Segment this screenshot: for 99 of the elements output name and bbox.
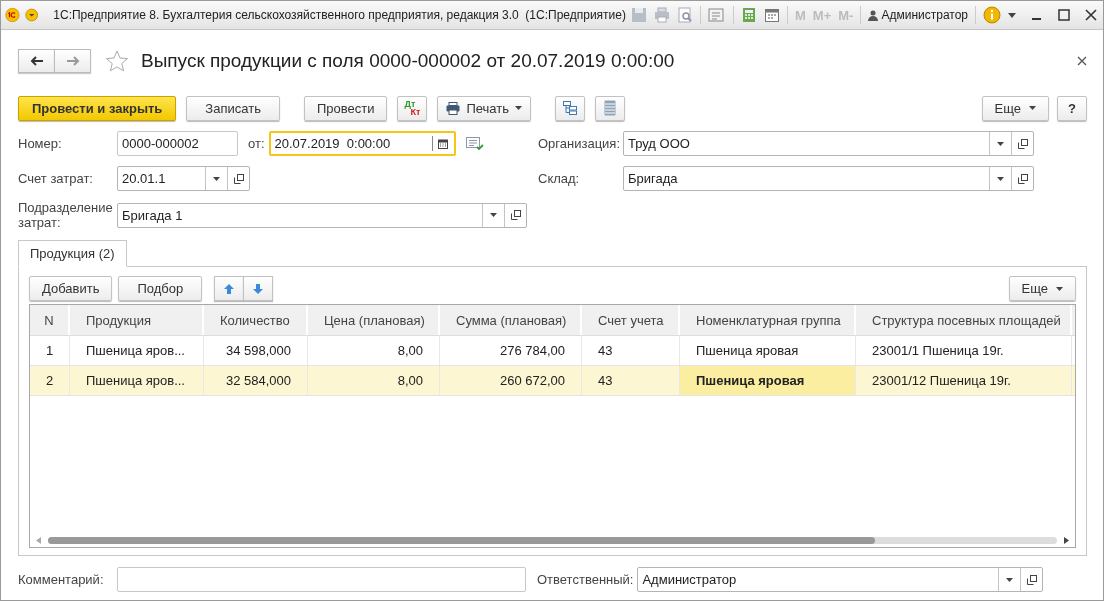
field-value: Администратор bbox=[641, 571, 738, 589]
table-cell: 260 672,00 bbox=[440, 366, 582, 395]
table-cell: 32 584,000 bbox=[204, 366, 308, 395]
more-button[interactable]: Еще bbox=[981, 95, 1049, 121]
field-value: Бригада 1 bbox=[121, 206, 184, 225]
table-cell: Пшеница яров... bbox=[70, 366, 204, 395]
list-button[interactable] bbox=[595, 95, 625, 121]
column-header[interactable]: N bbox=[30, 305, 70, 335]
back-button[interactable] bbox=[18, 49, 55, 73]
column-header[interactable]: Цена (плановая) bbox=[308, 305, 440, 335]
post-and-close-button[interactable]: Провести и закрыть bbox=[18, 95, 177, 121]
arrow-up-icon bbox=[223, 282, 236, 295]
arrow-left-icon bbox=[29, 56, 44, 66]
table-cell: 23001/12 Пшеница 19г. bbox=[856, 366, 1072, 395]
date-field[interactable]: 20.07.2019 0:00:00 bbox=[268, 131, 456, 156]
move-down-button[interactable] bbox=[243, 276, 274, 301]
table-cell: 34 598,000 bbox=[204, 336, 308, 365]
table-row[interactable]: 2 Пшеница яров... 32 584,000 8,00 260 672,00 43 Пшеница яровая 23001/12 Пшеница 19г. bbox=[30, 366, 1075, 396]
select-field[interactable]: Труд ООО bbox=[623, 131, 1034, 156]
star-icon[interactable] bbox=[105, 49, 129, 73]
field-value: Труд ООО bbox=[627, 135, 691, 153]
select-field[interactable]: Администратор bbox=[637, 567, 1044, 592]
print-button[interactable]: Печать bbox=[437, 95, 531, 121]
list-icon bbox=[604, 100, 616, 116]
hierarchy-icon bbox=[562, 100, 578, 116]
caret-icon bbox=[515, 106, 522, 110]
table-cell: 8,00 bbox=[308, 336, 440, 365]
arrow-right-icon bbox=[65, 56, 80, 66]
calculator-icon[interactable] bbox=[741, 7, 757, 23]
caret-icon bbox=[1056, 286, 1063, 291]
field-label: Номер: bbox=[18, 136, 63, 151]
info-icon[interactable] bbox=[983, 6, 1001, 24]
window-title: 1С:Предприятие 8. Бухгалтерия сельскохозяйственного предприятия, редакция 3.0 (1С:Предприятие) bbox=[53, 8, 626, 22]
command-button[interactable]: Записать bbox=[186, 95, 280, 121]
close-icon[interactable] bbox=[1077, 56, 1087, 66]
field-label: Организация: bbox=[538, 136, 622, 151]
table-cell: 8,00 bbox=[308, 366, 440, 395]
field-value: Бригада bbox=[627, 170, 679, 188]
structure-button[interactable] bbox=[555, 95, 585, 121]
open-window-icon bbox=[1026, 574, 1037, 585]
caret-icon[interactable] bbox=[1008, 12, 1016, 18]
column-header[interactable]: Номенклатурная группа bbox=[680, 305, 856, 335]
open-window-icon bbox=[1017, 138, 1028, 149]
more-button[interactable]: Еще bbox=[1008, 276, 1076, 301]
calendar-icon bbox=[438, 138, 448, 149]
scroll-right-icon[interactable] bbox=[1063, 536, 1069, 544]
table-cell: 1 bbox=[30, 336, 70, 365]
column-header[interactable]: Структура посевных площадей bbox=[856, 305, 1072, 335]
column-header[interactable]: Сумма (плановая) bbox=[440, 305, 582, 335]
menu-icon[interactable] bbox=[24, 6, 39, 24]
table-command-button[interactable]: Подбор bbox=[118, 276, 203, 301]
comment-field[interactable] bbox=[117, 567, 526, 592]
select-field[interactable]: Бригада 1 bbox=[117, 202, 527, 228]
field-label: Счет затрат: bbox=[18, 171, 94, 186]
caret-icon bbox=[997, 141, 1004, 146]
caret-icon bbox=[213, 176, 220, 181]
column-header[interactable]: Количество bbox=[204, 305, 308, 335]
field-value: 20.01.1 bbox=[121, 170, 167, 188]
select-field[interactable]: 20.01.1 bbox=[117, 166, 250, 191]
calendar-icon[interactable] bbox=[764, 7, 780, 23]
column-header[interactable]: Счет учета bbox=[582, 305, 680, 335]
help-button[interactable]: ? bbox=[1057, 95, 1087, 121]
printer-icon bbox=[446, 101, 461, 115]
close-icon[interactable] bbox=[1085, 9, 1097, 21]
table-cell: 23001/1 Пшеница 19г. bbox=[856, 336, 1072, 365]
app-logo-icon bbox=[5, 5, 20, 25]
open-window-icon bbox=[510, 210, 521, 220]
table-cell: 276 784,00 bbox=[440, 336, 582, 365]
preview-icon[interactable] bbox=[677, 7, 693, 23]
field-label: Комментарий: bbox=[18, 572, 105, 587]
column-header[interactable]: Продукция bbox=[70, 305, 204, 335]
field-label: Склад: bbox=[538, 171, 581, 186]
number-field[interactable]: 0000-000002 bbox=[117, 131, 238, 156]
table-cell: 2 bbox=[30, 366, 70, 395]
table-command-button[interactable]: Добавить bbox=[29, 276, 113, 301]
open-window-icon bbox=[1017, 173, 1028, 184]
field-label: от: bbox=[248, 136, 265, 151]
user-icon bbox=[868, 9, 879, 21]
document-check-icon[interactable] bbox=[465, 136, 484, 151]
user-button[interactable]: Администратор bbox=[868, 8, 968, 22]
table-cell: Пшеница яров... bbox=[70, 336, 204, 365]
field-label: Подразделение затрат: bbox=[18, 200, 114, 230]
maximize-icon[interactable] bbox=[1058, 9, 1070, 21]
document-title: Выпуск продукции с поля 0000-000002 от 20.07.2019 0:00:00 bbox=[141, 50, 675, 72]
open-window-icon bbox=[233, 173, 244, 184]
caret-icon bbox=[997, 176, 1004, 181]
debit-credit-button[interactable]: Дт Кт bbox=[397, 95, 428, 121]
table-cell: Пшеница яровая bbox=[680, 366, 856, 395]
move-up-button[interactable] bbox=[214, 276, 245, 301]
select-field[interactable]: Бригада bbox=[623, 166, 1034, 191]
tab[interactable]: Продукция (2) bbox=[18, 240, 127, 267]
caret-icon bbox=[1029, 106, 1036, 110]
table-cell: 43 bbox=[582, 336, 680, 365]
caret-icon bbox=[490, 213, 497, 217]
arrow-down-icon bbox=[252, 282, 265, 295]
command-button[interactable]: Провести bbox=[303, 95, 388, 121]
field-label: Ответственный: bbox=[537, 572, 634, 587]
table-cell: Пшеница яровая bbox=[680, 336, 856, 365]
caret-icon bbox=[1006, 577, 1014, 582]
